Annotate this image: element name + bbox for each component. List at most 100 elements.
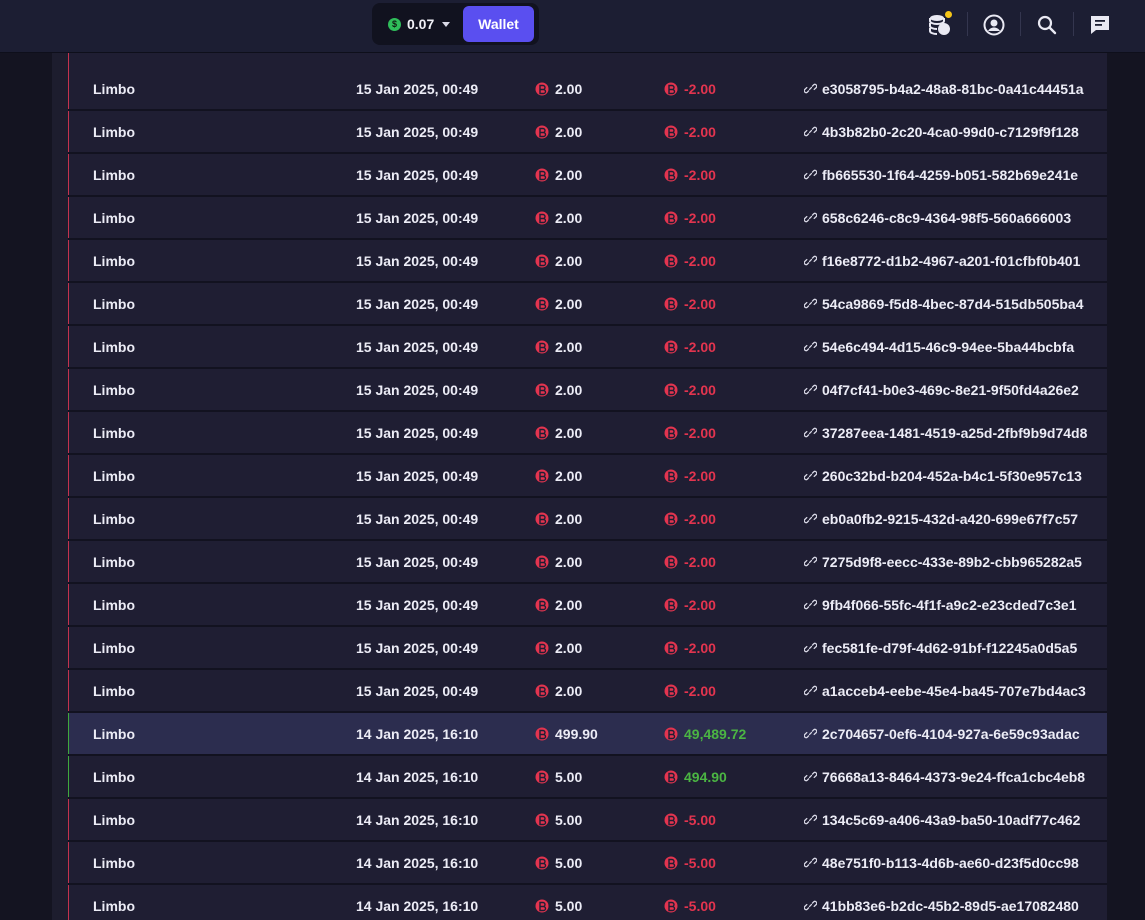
- table-row[interactable]: Limbo 15 Jan 2025, 00:49 2.00 -2.00 54ca…: [68, 283, 1107, 326]
- table-row[interactable]: Limbo 15 Jan 2025, 00:49 2.00 -2.00 260c…: [68, 455, 1107, 498]
- coin-icon: [535, 340, 549, 353]
- table-row[interactable]: Limbo 14 Jan 2025, 16:10 499.90 49,489.7…: [68, 713, 1107, 756]
- game-name[interactable]: Limbo: [93, 326, 135, 367]
- game-name[interactable]: Limbo: [93, 756, 135, 797]
- game-name[interactable]: Limbo: [93, 498, 135, 539]
- table-row[interactable]: Limbo 15 Jan 2025, 00:49 2.00 -2.00 e305…: [68, 68, 1107, 111]
- bet-id: 7275d9f8-eecc-433e-89b2-cbb965282a5: [822, 553, 1082, 570]
- coin-icon: [535, 254, 549, 267]
- bet-amount: 2.00: [535, 240, 582, 281]
- game-name[interactable]: Limbo: [93, 412, 135, 453]
- bet-id-link[interactable]: fec581fe-d79f-4d62-91bf-f12245a0d5a5: [804, 627, 1077, 668]
- bet-id-link[interactable]: 54e6c494-4d15-46c9-94ee-5ba44bcbfa: [804, 326, 1074, 367]
- bet-id-link[interactable]: 7275d9f8-eecc-433e-89b2-cbb965282a5: [804, 541, 1082, 582]
- bet-id-link[interactable]: 37287eea-1481-4519-a25d-2fbf9b9d74d8: [804, 412, 1087, 453]
- table-row[interactable]: Limbo 14 Jan 2025, 16:10 5.00 494.90 766…: [68, 756, 1107, 799]
- bet-amount: 5.00: [535, 756, 582, 797]
- payout-amount: -2.00: [664, 240, 716, 281]
- table-row[interactable]: Limbo 14 Jan 2025, 16:10 5.00 -5.00 48e7…: [68, 842, 1107, 885]
- game-name[interactable]: Limbo: [93, 455, 135, 496]
- link-icon: [804, 427, 817, 438]
- game-name[interactable]: Limbo: [93, 670, 135, 711]
- table-row[interactable]: Limbo 15 Jan 2025, 00:49 2.00 -2.00 54e6…: [68, 326, 1107, 369]
- bet-id-link[interactable]: 54ca9869-f5d8-4bec-87d4-515db505ba4: [804, 283, 1084, 324]
- bet-id-link[interactable]: a1acceb4-eebe-45e4-ba45-707e7bd4ac3: [804, 670, 1086, 711]
- bet-date: 15 Jan 2025, 00:49: [356, 424, 479, 441]
- table-row[interactable]: Limbo 15 Jan 2025, 00:49 2.00 -2.00 04f7…: [68, 369, 1107, 412]
- chat-icon: [1091, 16, 1109, 34]
- game-name[interactable]: Limbo: [93, 584, 135, 625]
- game-name[interactable]: Limbo: [93, 197, 135, 238]
- coin-icon: [664, 899, 678, 912]
- game-name[interactable]: Limbo: [93, 713, 135, 754]
- table-row[interactable]: Limbo 14 Jan 2025, 16:10 5.00 -5.00 134c…: [68, 799, 1107, 842]
- bet-id-link[interactable]: 134c5c69-a406-43a9-ba50-10adf77c462: [804, 799, 1080, 840]
- bet-id-link[interactable]: 04f7cf41-b0e3-469c-8e21-9f50fd4a26e2: [804, 369, 1079, 410]
- table-row[interactable]: Limbo 15 Jan 2025, 00:49 2.00 -2.00 9fb4…: [68, 584, 1107, 627]
- coin-icon: [535, 856, 549, 869]
- bet-id: f16e8772-d1b2-4967-a201-f01cfbf0b401: [822, 252, 1081, 269]
- coin-icon: [535, 598, 549, 611]
- coin-icon: [664, 426, 678, 439]
- bets-table[interactable]: Limbo 15 Jan 2025, 00:49 2.00 -2.00 e305…: [52, 52, 1107, 920]
- bet-amount-value: 2.00: [555, 80, 583, 97]
- chat-button[interactable]: [1085, 10, 1115, 40]
- table-row[interactable]: Limbo 15 Jan 2025, 00:49 2.00 -2.00 3728…: [68, 412, 1107, 455]
- table-row[interactable]: Limbo 15 Jan 2025, 00:49 2.00 -2.00 7275…: [68, 541, 1107, 584]
- game-name[interactable]: Limbo: [93, 369, 135, 410]
- coin-icon: [535, 168, 549, 181]
- table-row[interactable]: Limbo 15 Jan 2025, 00:49 2.00 -2.00 fb66…: [68, 154, 1107, 197]
- search-button[interactable]: [1032, 10, 1062, 40]
- game-name[interactable]: Limbo: [93, 799, 135, 840]
- balance-dropdown[interactable]: $ 0.07: [388, 14, 451, 34]
- bet-id-link[interactable]: 658c6246-c8c9-4364-98f5-560a666003: [804, 197, 1071, 238]
- bet-date: 15 Jan 2025, 00:49: [356, 123, 479, 140]
- game-name[interactable]: Limbo: [93, 541, 135, 582]
- table-row[interactable]: Limbo 15 Jan 2025, 00:49 2.00 -2.00 658c…: [68, 197, 1107, 240]
- bet-id-link[interactable]: 41bb83e6-b2dc-45b2-89d5-ae17082480: [804, 885, 1079, 920]
- bet-id-link[interactable]: 76668a13-8464-4373-9e24-ffca1cbc4eb8: [804, 756, 1085, 797]
- profile-button[interactable]: [979, 10, 1009, 40]
- bet-id-link[interactable]: fb665530-1f64-4259-b051-582b69e241e: [804, 154, 1078, 195]
- bet-amount: 2.00: [535, 154, 582, 195]
- coin-icon: [535, 899, 549, 912]
- game-name[interactable]: Limbo: [93, 842, 135, 883]
- game-name[interactable]: Limbo: [93, 627, 135, 668]
- bet-date: 14 Jan 2025, 16:10: [356, 768, 479, 785]
- bet-id-link[interactable]: e3058795-b4a2-48a8-81bc-0a41c44451a: [804, 68, 1084, 109]
- table-row[interactable]: Limbo 15 Jan 2025, 00:49 2.00 -2.00 4b3b…: [68, 111, 1107, 154]
- coin-icon: [535, 512, 549, 525]
- bet-amount: 2.00: [535, 68, 582, 109]
- table-row[interactable]: Limbo 15 Jan 2025, 00:49 2.00 -2.00 eb0a…: [68, 498, 1107, 541]
- coin-icon: [535, 555, 549, 568]
- coins-stack-button[interactable]: [925, 10, 955, 40]
- table-row[interactable]: Limbo 15 Jan 2025, 00:49 2.00 -2.00 fec5…: [68, 627, 1107, 670]
- payout-amount: -2.00: [664, 68, 716, 109]
- bet-amount: 5.00: [535, 799, 582, 840]
- bet-id-link[interactable]: 2c704657-0ef6-4104-927a-6e59c93adac: [804, 713, 1080, 754]
- payout-value: -2.00: [684, 80, 716, 97]
- game-name[interactable]: Limbo: [93, 154, 135, 195]
- coin-icon: [535, 211, 549, 224]
- payout-value: -5.00: [684, 854, 716, 871]
- bet-id-link[interactable]: 9fb4f066-55fc-4f1f-a9c2-e23cded7c3e1: [804, 584, 1076, 625]
- table-row[interactable]: Limbo 15 Jan 2025, 00:49 2.00 -2.00 a1ac…: [68, 670, 1107, 713]
- table-row[interactable]: Limbo 15 Jan 2025, 00:49 2.00 -2.00 f16e…: [68, 240, 1107, 283]
- bet-id-link[interactable]: 4b3b82b0-2c20-4ca0-99d0-c7129f9f128: [804, 111, 1079, 152]
- bet-id-link[interactable]: 260c32bd-b204-452a-b4c1-5f30e957c13: [804, 455, 1082, 496]
- coin-icon: [664, 598, 678, 611]
- table-row[interactable]: Limbo 14 Jan 2025, 16:10 5.00 -5.00 41bb…: [68, 885, 1107, 920]
- wallet-button[interactable]: Wallet: [463, 6, 534, 42]
- game-name[interactable]: Limbo: [93, 68, 135, 109]
- game-name[interactable]: Limbo: [93, 283, 135, 324]
- link-icon: [804, 470, 817, 481]
- payout-amount: -2.00: [664, 154, 716, 195]
- game-name[interactable]: Limbo: [93, 111, 135, 152]
- bet-id: 4b3b82b0-2c20-4ca0-99d0-c7129f9f128: [822, 123, 1079, 140]
- game-name[interactable]: Limbo: [93, 240, 135, 281]
- game-name[interactable]: Limbo: [93, 885, 135, 920]
- bet-id-link[interactable]: f16e8772-d1b2-4967-a201-f01cfbf0b401: [804, 240, 1080, 281]
- bet-id-link[interactable]: 48e751f0-b113-4d6b-ae60-d23f5d0cc98: [804, 842, 1079, 883]
- coin-icon: [664, 512, 678, 525]
- bet-id-link[interactable]: eb0a0fb2-9215-432d-a420-699e67f7c57: [804, 498, 1078, 539]
